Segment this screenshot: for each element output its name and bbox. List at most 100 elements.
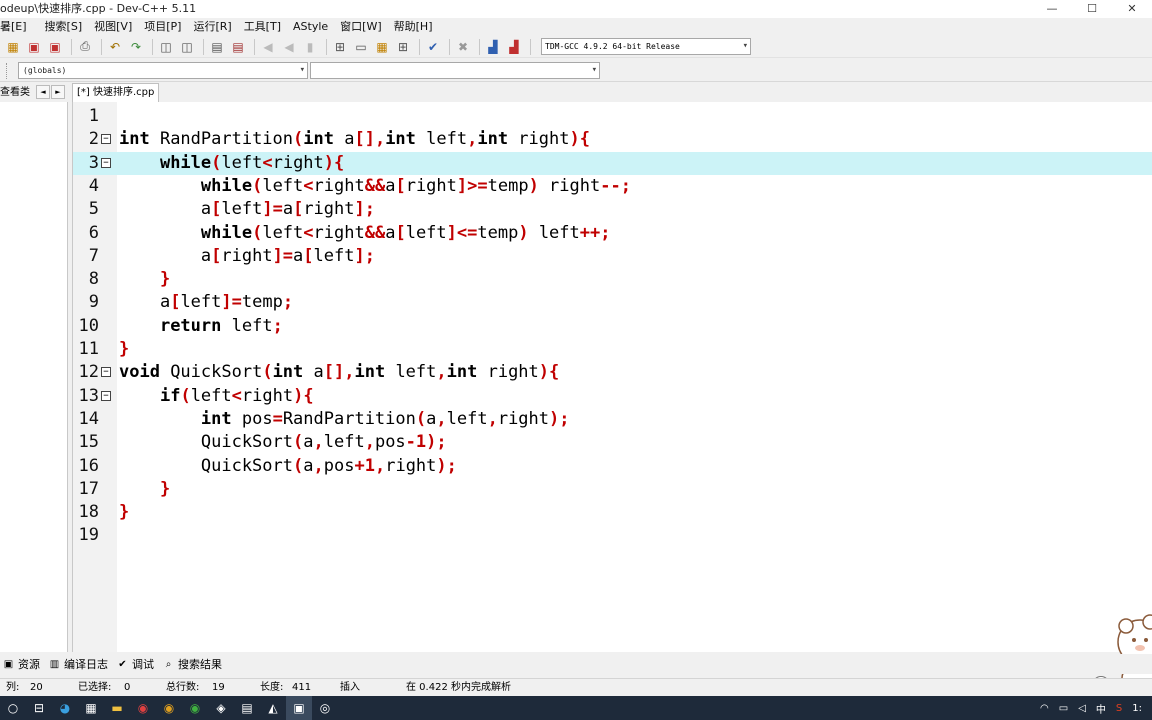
- sogou-icon[interactable]: S: [1116, 703, 1122, 714]
- code-line[interactable]: 3− while(left<right){: [73, 151, 1152, 175]
- code-line[interactable]: 1: [73, 105, 1152, 128]
- code-line[interactable]: 5 a[left]=a[right];: [73, 198, 1152, 221]
- code-token: ]=: [272, 245, 294, 266]
- code-line[interactable]: 9 a[left]=temp;: [73, 291, 1152, 314]
- redo-icon[interactable]: ↷: [127, 38, 145, 56]
- back-icon[interactable]: ◀: [259, 38, 277, 56]
- line-number: 13: [78, 385, 99, 406]
- menu-astyle[interactable]: AStyle: [293, 18, 336, 36]
- class-browser-panel[interactable]: [0, 102, 68, 652]
- start-icon[interactable]: ○: [0, 696, 26, 720]
- bottom-tab[interactable]: ▥ 编译日志: [48, 656, 108, 672]
- weibo-icon[interactable]: ◉: [130, 696, 156, 720]
- forward-icon[interactable]: ◀: [280, 38, 298, 56]
- code-line[interactable]: 14 int pos=RandPartition(a,left,right);: [73, 408, 1152, 431]
- fold-toggle-icon[interactable]: −: [101, 390, 111, 401]
- chrome-icon[interactable]: ◉: [156, 696, 182, 720]
- code-line[interactable]: 2− int RandPartition(int a[],int left,int…: [73, 128, 1152, 151]
- minimize-button[interactable]: —: [1032, 0, 1072, 18]
- code-line[interactable]: 12− void QuickSort(int a[],int left,int r…: [73, 361, 1152, 384]
- document-icon[interactable]: ▤: [234, 696, 260, 720]
- code-line[interactable]: 7 a[right]=a[left];: [73, 245, 1152, 268]
- member-select[interactable]: ▾: [310, 62, 600, 79]
- profile-icon[interactable]: ▟: [505, 38, 523, 56]
- bottom-tab[interactable]: ✔ 调试: [116, 656, 154, 672]
- menu-view[interactable]: 视图[V]: [94, 18, 140, 36]
- replace-icon[interactable]: ◫: [178, 38, 196, 56]
- code-line[interactable]: 18}: [73, 501, 1152, 524]
- code-token: ];: [354, 245, 375, 266]
- menu-search[interactable]: 搜索[S]: [45, 18, 91, 36]
- code-line[interactable]: 16 QuickSort(a,pos+1,right);: [73, 455, 1152, 478]
- code-text: while(left<right&&a[left]<=temp) left++;: [119, 222, 611, 245]
- code-line[interactable]: 17 }: [73, 478, 1152, 501]
- window-icon[interactable]: ▭: [352, 38, 370, 56]
- menu-help[interactable]: 帮助[H]: [394, 18, 441, 36]
- code-text: a[left]=temp;: [119, 291, 293, 314]
- edge-icon[interactable]: ◕: [52, 696, 78, 720]
- fold-toggle-icon[interactable]: −: [101, 367, 111, 378]
- obs-icon[interactable]: ◎: [312, 696, 338, 720]
- code-editor[interactable]: 1 2− int RandPartition(int a[],int left,in…: [72, 102, 1152, 652]
- fold-toggle-icon[interactable]: −: [101, 134, 111, 145]
- grid-icon[interactable]: ▦: [373, 38, 391, 56]
- maximize-button[interactable]: ☐: [1072, 0, 1112, 18]
- task-view-icon[interactable]: ⊟: [26, 696, 52, 720]
- menu-project[interactable]: 项目[P]: [144, 18, 189, 36]
- indent-icon[interactable]: ▤: [208, 38, 226, 56]
- code-token: right: [477, 362, 539, 383]
- toolbar-divider: [449, 38, 450, 55]
- check-syntax-icon[interactable]: ✔: [424, 38, 442, 56]
- browser-icon[interactable]: ◉: [182, 696, 208, 720]
- volume-icon[interactable]: ◁: [1078, 703, 1086, 714]
- find-icon[interactable]: ◫: [157, 38, 175, 56]
- menu-run[interactable]: 运行[R]: [193, 18, 239, 36]
- scope-select[interactable]: (globals) ▾: [18, 62, 308, 79]
- battery-icon[interactable]: ▭: [1059, 703, 1068, 714]
- code-line[interactable]: 8 }: [73, 268, 1152, 291]
- code-token: --;: [600, 175, 631, 196]
- code-token: (: [252, 175, 263, 196]
- chart-icon[interactable]: ▟: [484, 38, 502, 56]
- code-line[interactable]: 10 return left;: [73, 315, 1152, 338]
- tab-prev-button[interactable]: ◄: [36, 85, 50, 99]
- compiler-select[interactable]: TDM-GCC 4.9.2 64-bit Release ▾: [541, 38, 751, 55]
- menu-window[interactable]: 窗口[W]: [340, 18, 389, 36]
- save-file-icon[interactable]: ▣: [46, 38, 64, 56]
- code-line[interactable]: 15 QuickSort(a,left,pos-1);: [73, 431, 1152, 454]
- shield-icon[interactable]: ◈: [208, 696, 234, 720]
- class-browser-icon[interactable]: ⊞: [394, 38, 412, 56]
- unindent-icon[interactable]: ▤: [229, 38, 247, 56]
- store-icon[interactable]: ▦: [78, 696, 104, 720]
- ime-indicator[interactable]: 中: [1096, 701, 1106, 716]
- bookmark-icon[interactable]: ▮: [301, 38, 319, 56]
- code-line[interactable]: 19: [73, 524, 1152, 547]
- menu-tools[interactable]: 工具[T]: [244, 18, 289, 36]
- code-token: ,: [436, 408, 447, 429]
- devcpp-icon[interactable]: ◭: [260, 696, 286, 720]
- tab-next-button[interactable]: ►: [51, 85, 65, 99]
- bottom-tab-label: 调试: [132, 658, 154, 671]
- tab-class-view[interactable]: 查看类: [0, 84, 30, 101]
- code-token: <: [303, 175, 314, 196]
- close-button[interactable]: ✕: [1112, 0, 1152, 18]
- code-line[interactable]: 6 while(left<right&&a[left]<=temp) left+…: [73, 222, 1152, 245]
- undo-icon[interactable]: ↶: [106, 38, 124, 56]
- devcpp-window-icon[interactable]: ▣: [286, 696, 312, 720]
- print-icon[interactable]: ⎙: [76, 38, 94, 56]
- bottom-tab[interactable]: ⌕ 搜索结果: [162, 656, 222, 672]
- bottom-tab[interactable]: ▣ 资源: [2, 656, 40, 672]
- new-file-icon[interactable]: ▦: [4, 38, 22, 56]
- stop-icon[interactable]: ✖: [454, 38, 472, 56]
- code-line[interactable]: 13− if(left<right){: [73, 385, 1152, 408]
- wifi-icon[interactable]: ◠: [1040, 703, 1049, 714]
- code-line[interactable]: 4 while(left<right&&a[right]>=temp) righ…: [73, 175, 1152, 198]
- tab-file[interactable]: [*] 快速排序.cpp: [72, 83, 160, 102]
- fold-toggle-icon[interactable]: −: [101, 157, 111, 168]
- menu-edit[interactable]: 暑[E]: [0, 18, 35, 36]
- open-file-icon[interactable]: ▣: [25, 38, 43, 56]
- explorer-icon[interactable]: ▬: [104, 696, 130, 720]
- new-project-icon[interactable]: ⊞: [331, 38, 349, 56]
- code-line[interactable]: 11}: [73, 338, 1152, 361]
